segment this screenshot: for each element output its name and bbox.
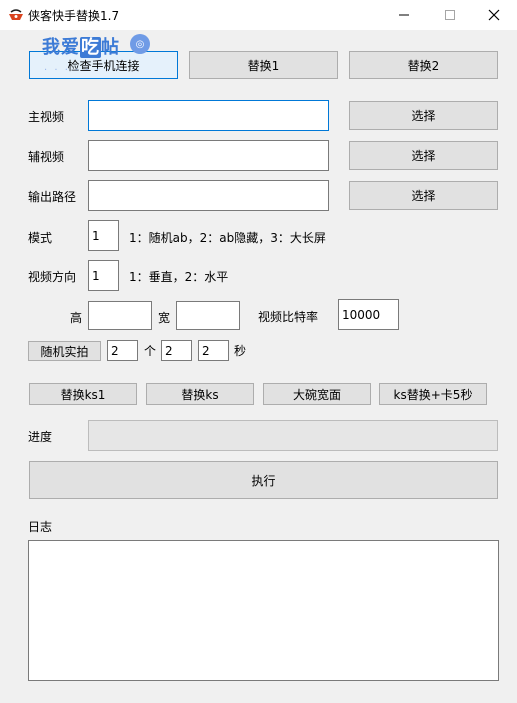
orientation-hint: 1：垂直，2：水平	[129, 270, 229, 284]
aux-video-label: 辅视频	[28, 150, 65, 164]
bitrate-input[interactable]: 10000	[338, 299, 399, 330]
random-count-unit: 个	[144, 344, 157, 358]
watermark-badge-icon: ◎	[130, 34, 150, 54]
replace1-label: 替换1	[247, 58, 280, 73]
minimize-button[interactable]	[381, 0, 427, 30]
watermark-text-part2: 吃	[80, 37, 101, 58]
aux-video-input[interactable]	[88, 140, 329, 171]
aux-video-choose-label: 选择	[411, 149, 436, 163]
mode-label: 模式	[28, 231, 53, 245]
maximize-button	[427, 0, 473, 30]
execute-button[interactable]: 执行	[29, 461, 498, 499]
watermark-text-part3: 帖	[101, 37, 120, 58]
watermark-text-part1: 我爱	[42, 37, 80, 58]
replace-ks-button[interactable]: 替换ks	[146, 383, 254, 405]
random-count-input[interactable]: 2	[107, 340, 138, 361]
main-video-choose-label: 选择	[411, 109, 436, 123]
random-seconds-unit: 秒	[234, 344, 247, 358]
mode-input[interactable]: 1	[88, 220, 119, 251]
replace2-button[interactable]: 替换2	[349, 51, 498, 79]
output-path-input[interactable]	[88, 180, 329, 211]
random-shoot-label: 随机实拍	[40, 344, 89, 359]
output-path-choose-label: 选择	[411, 189, 436, 203]
progress-label: 进度	[28, 430, 53, 444]
random-shoot-button[interactable]: 随机实拍	[28, 341, 101, 361]
height-label: 高	[70, 311, 83, 325]
big-bowl-button[interactable]: 大碗宽面	[263, 383, 371, 405]
replace2-label: 替换2	[407, 58, 440, 73]
title-bar: 侠客快手替换1.7	[0, 0, 517, 30]
minimize-icon	[399, 14, 409, 16]
random-seconds-from-input[interactable]: 2	[161, 340, 192, 361]
random-seconds-to-input[interactable]: 2	[198, 340, 229, 361]
watermark-logo: 我爱吃帖	[42, 33, 120, 59]
progress-bar	[88, 420, 498, 451]
replace-ks1-label: 替换ks1	[60, 387, 106, 402]
watermark-dots: · · · · · · · ·	[44, 65, 122, 76]
height-input[interactable]	[88, 301, 152, 330]
execute-label: 执行	[251, 473, 276, 488]
replace-ks1-button[interactable]: 替换ks1	[29, 383, 137, 405]
orientation-input[interactable]: 1	[88, 260, 119, 291]
maximize-icon	[445, 10, 455, 20]
aux-video-choose-button[interactable]: 选择	[349, 141, 498, 170]
main-video-choose-button[interactable]: 选择	[349, 101, 498, 130]
mode-hint: 1：随机ab，2：ab隐藏，3：大长屏	[129, 231, 326, 245]
output-path-choose-button[interactable]: 选择	[349, 181, 498, 210]
replace-ks-label: 替换ks	[181, 387, 219, 402]
window-title: 侠客快手替换1.7	[28, 9, 120, 23]
output-path-label: 输出路径	[28, 190, 77, 204]
replace1-button[interactable]: 替换1	[189, 51, 338, 79]
ks-replace-card-button[interactable]: ks替换+卡5秒	[379, 383, 487, 405]
main-video-label: 主视频	[28, 110, 65, 124]
close-icon	[488, 9, 500, 21]
main-video-input[interactable]	[88, 100, 329, 131]
app-logo-icon	[9, 9, 23, 20]
log-textarea[interactable]	[28, 540, 499, 681]
ks-replace-card-label: ks替换+卡5秒	[393, 387, 473, 402]
width-label: 宽	[158, 311, 171, 325]
big-bowl-label: 大碗宽面	[292, 387, 341, 402]
close-button[interactable]	[471, 0, 517, 30]
orientation-label: 视频方向	[28, 270, 77, 284]
bitrate-label: 视频比特率	[258, 310, 319, 324]
log-label: 日志	[28, 520, 53, 534]
width-input[interactable]	[176, 301, 240, 330]
